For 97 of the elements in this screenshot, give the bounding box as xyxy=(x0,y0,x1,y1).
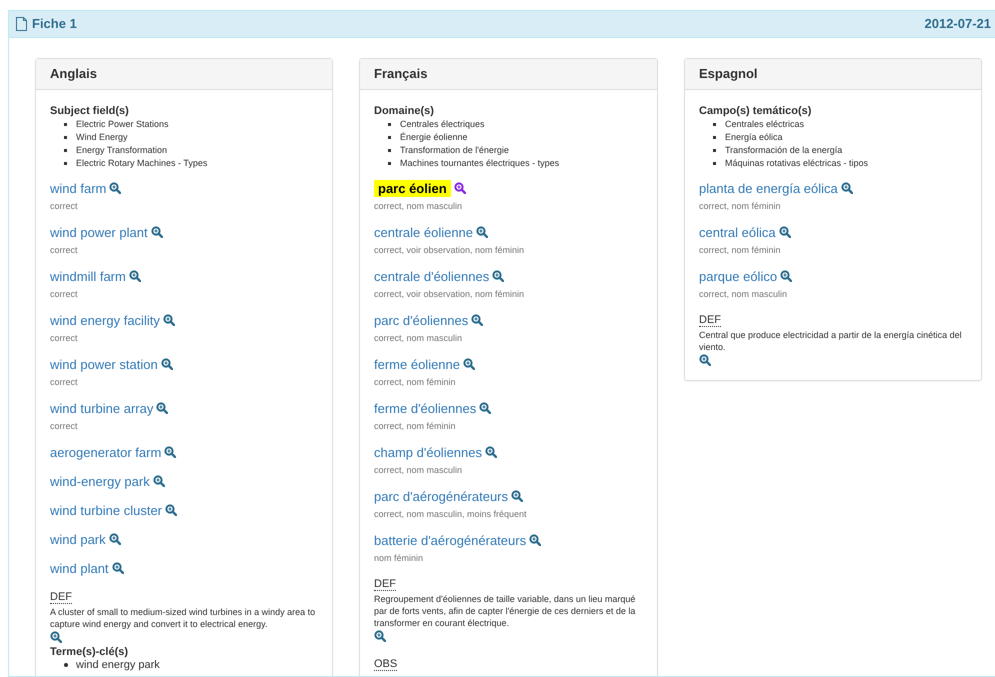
search-icon[interactable] xyxy=(454,182,466,194)
field-label: Campo(s) temático(s) xyxy=(699,105,812,118)
term-note: correct xyxy=(50,332,79,344)
keyterms-label: Terme(s)-clé(s) xyxy=(50,646,130,658)
subject-field: Transformación de la energía xyxy=(713,144,842,157)
search-icon[interactable] xyxy=(164,446,176,458)
term-note: correct, voir observation, nom féminin xyxy=(374,288,526,300)
search-icon[interactable] xyxy=(463,358,475,370)
search-icon[interactable] xyxy=(112,562,124,574)
search-icon[interactable] xyxy=(128,270,141,282)
document-icon xyxy=(15,17,28,31)
term-note: correct, nom masculin xyxy=(374,200,464,212)
term-link[interactable]: centrale éolienne xyxy=(374,225,474,240)
search-icon[interactable] xyxy=(492,270,504,282)
search-icon[interactable] xyxy=(778,226,791,238)
term-note: correct, voir observation, nom féminin xyxy=(374,244,526,256)
definition-text: Regroupement d'éoliennes de taille variable, dans un lieu marqué par de forts vents, afin de capter l'énergie de ces derniers et de la transformer en courant électrique. xyxy=(374,592,636,628)
term-link[interactable]: champ d'éoliennes xyxy=(374,445,482,460)
subject-field: Centrales électriques xyxy=(388,118,485,131)
search-icon[interactable] xyxy=(476,226,488,238)
term-link[interactable]: wind-energy park xyxy=(50,474,150,489)
search-icon[interactable] xyxy=(479,402,492,414)
term-link[interactable]: wind plant xyxy=(50,561,109,576)
term-note: correct, nom féminin xyxy=(374,376,457,388)
search-icon[interactable] xyxy=(109,182,122,194)
term-note: correct, nom masculin xyxy=(699,288,788,300)
subject-field: Machines tournantes électriques - types xyxy=(388,157,560,170)
search-icon[interactable] xyxy=(165,504,177,516)
term-link[interactable]: ferme éolienne xyxy=(374,357,460,372)
search-icon[interactable] xyxy=(50,630,62,642)
term-link[interactable]: ferme d'éoliennes xyxy=(374,401,476,416)
term-link[interactable]: parc d'éoliennes xyxy=(374,313,468,328)
search-icon[interactable] xyxy=(108,533,121,545)
section-label: OBS xyxy=(374,658,398,670)
search-icon[interactable] xyxy=(152,475,165,487)
term-link[interactable]: aerogenerator farm xyxy=(50,445,162,460)
search-icon[interactable] xyxy=(162,314,175,326)
term-note: correct, nom masculin, moins fréquent xyxy=(374,508,528,520)
term-note: correct, nom féminin xyxy=(374,420,457,432)
term-note: correct xyxy=(50,376,79,388)
field-label: Subject field(s) xyxy=(50,105,130,118)
search-icon[interactable] xyxy=(780,270,792,282)
term-note: correct, nom féminin xyxy=(699,244,782,256)
subject-field: Energy Transformation xyxy=(64,144,168,157)
subject-field: Transformation de l'énergie xyxy=(388,144,509,157)
term-note: correct xyxy=(50,420,79,432)
subject-field: Electric Power Stations xyxy=(64,118,169,131)
term-link[interactable]: wind turbine cluster xyxy=(50,503,162,518)
term-link[interactable]: wind turbine array xyxy=(50,401,154,416)
search-icon[interactable] xyxy=(156,402,168,414)
term-link[interactable]: parque eólico xyxy=(699,269,778,284)
term-note: nom féminin xyxy=(374,552,424,564)
section-label: DEF xyxy=(50,591,72,604)
term-link[interactable]: wind park xyxy=(50,532,106,547)
term-link[interactable]: parc d'aérogénérateurs xyxy=(374,489,508,504)
subject-field: Máquinas rotativas eléctricas - tipos xyxy=(713,157,868,170)
subject-field: Wind Energy xyxy=(64,131,128,144)
search-icon[interactable] xyxy=(471,314,484,326)
term-note: correct xyxy=(50,288,79,300)
term-note: correct, nom masculin xyxy=(374,332,464,344)
term-link[interactable]: central eólica xyxy=(699,225,776,240)
key-term: wind energy park xyxy=(64,658,160,670)
definition-text: Central que produce electricidad a partir de la energía cinética del viento. xyxy=(699,328,963,352)
panel-heading: Français xyxy=(360,59,657,90)
term-link[interactable]: wind farm xyxy=(50,181,106,196)
subject-field: Electric Rotary Machines - Types xyxy=(64,157,208,170)
selected-term-link[interactable]: parc éolien xyxy=(374,180,451,197)
section-label: DEF xyxy=(699,314,721,327)
search-icon[interactable] xyxy=(511,490,524,502)
term-note: correct xyxy=(50,244,79,256)
search-icon[interactable] xyxy=(374,630,386,642)
panel-heading: Espagnol xyxy=(685,59,981,90)
search-icon[interactable] xyxy=(840,182,853,194)
term-note: correct, nom masculin xyxy=(374,464,464,476)
term-link[interactable]: wind power station xyxy=(50,357,158,372)
search-icon[interactable] xyxy=(150,226,163,238)
section-label: DEF xyxy=(374,578,396,591)
search-icon[interactable] xyxy=(529,534,542,546)
search-icon[interactable] xyxy=(485,446,497,458)
term-link[interactable]: windmill farm xyxy=(50,269,126,284)
record-title: Fiche 1 xyxy=(32,15,77,33)
subject-field: Énergie éolienne xyxy=(388,131,468,144)
panel-heading: Anglais xyxy=(36,59,332,90)
subject-field: Energía eólica xyxy=(713,131,783,144)
term-note: correct xyxy=(50,200,79,212)
search-icon[interactable] xyxy=(160,358,173,370)
field-label: Domaine(s) xyxy=(374,105,435,118)
term-link[interactable]: centrale d'éoliennes xyxy=(374,269,490,284)
term-link[interactable]: wind energy facility xyxy=(50,313,160,328)
term-link[interactable]: batterie d'aérogénérateurs xyxy=(374,533,526,548)
term-note: correct, nom féminin xyxy=(699,200,782,212)
term-link[interactable]: wind power plant xyxy=(50,225,148,240)
subject-field: Centrales eléctricas xyxy=(713,118,804,131)
definition-text: A cluster of small to medium-sized wind turbines in a windy area to capture wind energy and convert it to electrical energy. xyxy=(50,606,316,630)
search-icon[interactable] xyxy=(699,354,711,366)
record-date: 2012-07-21 xyxy=(924,15,991,33)
term-link[interactable]: planta de energía eólica xyxy=(699,181,838,196)
